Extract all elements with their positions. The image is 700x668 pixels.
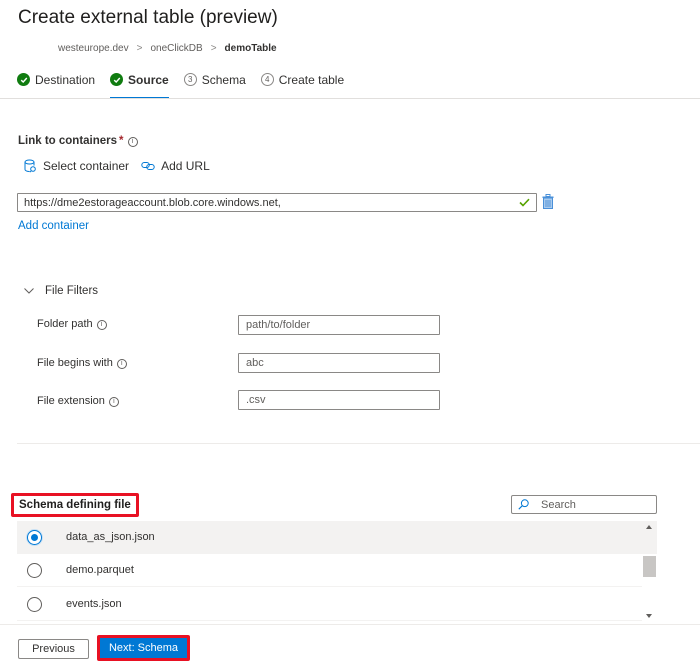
tab-label: Create table: [278, 73, 345, 87]
check-circle-icon: [110, 73, 124, 86]
search-icon: [518, 499, 529, 510]
radio-unselected[interactable]: [27, 596, 42, 612]
file-name: demo.parquet: [66, 564, 134, 576]
tab-destination[interactable]: Destination: [17, 70, 95, 99]
breadcrumb-separator: >: [136, 43, 143, 54]
file-row[interactable]: data_as_json.json: [17, 521, 642, 554]
previous-button[interactable]: Previous: [18, 639, 89, 659]
search-placeholder: Search: [541, 498, 576, 511]
add-container-link[interactable]: Add container: [18, 220, 89, 232]
file-name: events.json: [66, 598, 122, 610]
tab-schema[interactable]: 3 Schema: [183, 70, 246, 99]
add-url-label: Add URL: [161, 159, 210, 173]
folder-path-input[interactable]: path/to/folder: [238, 315, 440, 335]
link-containers-label: Link to containers * i: [18, 135, 138, 147]
file-list-scrollbar[interactable]: [642, 521, 657, 621]
step-number-icon: 3: [183, 73, 197, 86]
section-divider: [17, 443, 700, 444]
wizard-steps: Destination Source 3 Schema 4 Create tab…: [17, 70, 359, 99]
schema-defining-file-label: Schema defining file: [11, 493, 139, 517]
file-extension-label: File extension i: [37, 395, 119, 407]
info-icon[interactable]: i: [116, 358, 127, 369]
check-circle-icon: [17, 73, 30, 86]
delete-url-button[interactable]: [542, 194, 554, 212]
add-url-button[interactable]: Add URL: [141, 159, 210, 173]
file-row[interactable]: events.json: [17, 588, 642, 621]
tab-label: Schema: [201, 73, 246, 87]
container-url-input[interactable]: https://dme2estorageaccount.blob.core.wi…: [17, 193, 537, 212]
file-begins-with-input[interactable]: abc: [238, 353, 440, 373]
file-search-input[interactable]: Search: [511, 495, 657, 514]
tab-create-table[interactable]: 4 Create table: [260, 70, 345, 99]
step-number-icon: 4: [260, 73, 274, 86]
file-row[interactable]: demo.parquet: [17, 554, 642, 587]
next-schema-button[interactable]: Next: Schema: [100, 638, 187, 658]
breadcrumb-item-database[interactable]: oneClickDB: [150, 43, 202, 54]
checkmark-icon: [519, 196, 530, 210]
chevron-down-icon: [24, 288, 34, 294]
schema-file-list: data_as_json.json demo.parquet events.js…: [17, 521, 657, 621]
scrollbar-thumb[interactable]: [643, 556, 656, 577]
breadcrumb-item-cluster[interactable]: westeurope.dev: [58, 43, 129, 54]
trash-icon: [542, 194, 554, 209]
select-container-button[interactable]: Select container: [24, 159, 129, 173]
next-button-highlight: Next: Schema: [97, 635, 190, 661]
footer-divider: [0, 624, 700, 625]
file-filters-toggle[interactable]: File Filters: [24, 285, 98, 297]
radio-selected[interactable]: [27, 529, 42, 545]
container-url-value: https://dme2estorageaccount.blob.core.wi…: [24, 196, 281, 209]
tab-label: Source: [128, 73, 169, 87]
breadcrumb-item-table: demoTable: [224, 43, 277, 54]
file-begins-with-text: File begins with: [37, 357, 113, 369]
breadcrumb: westeurope.dev > oneClickDB > demoTable: [58, 43, 277, 54]
link-containers-text: Link to containers: [18, 135, 118, 147]
file-extension-input[interactable]: .csv: [238, 390, 440, 410]
info-icon[interactable]: i: [96, 319, 107, 330]
file-begins-with-label: File begins with i: [37, 357, 127, 369]
steps-divider: [0, 98, 700, 99]
info-icon[interactable]: i: [127, 136, 138, 147]
container-command-bar: Select container Add URL: [24, 159, 222, 173]
folder-path-text: Folder path: [37, 318, 93, 330]
scroll-up-arrow-icon[interactable]: [646, 525, 652, 529]
file-extension-text: File extension: [37, 395, 105, 407]
info-icon[interactable]: i: [108, 396, 119, 407]
tab-source[interactable]: Source: [110, 70, 169, 99]
link-icon: [141, 162, 155, 170]
folder-path-label: Folder path i: [37, 318, 107, 330]
page-title: Create external table (preview): [18, 7, 278, 28]
required-marker: *: [119, 135, 124, 147]
select-container-label: Select container: [43, 159, 130, 173]
tab-label: Destination: [35, 73, 96, 87]
breadcrumb-separator: >: [210, 43, 217, 54]
container-icon: [24, 159, 36, 173]
radio-unselected[interactable]: [27, 562, 42, 578]
file-name: data_as_json.json: [66, 531, 155, 543]
scroll-down-arrow-icon[interactable]: [646, 614, 652, 618]
file-filters-label: File Filters: [45, 285, 99, 297]
